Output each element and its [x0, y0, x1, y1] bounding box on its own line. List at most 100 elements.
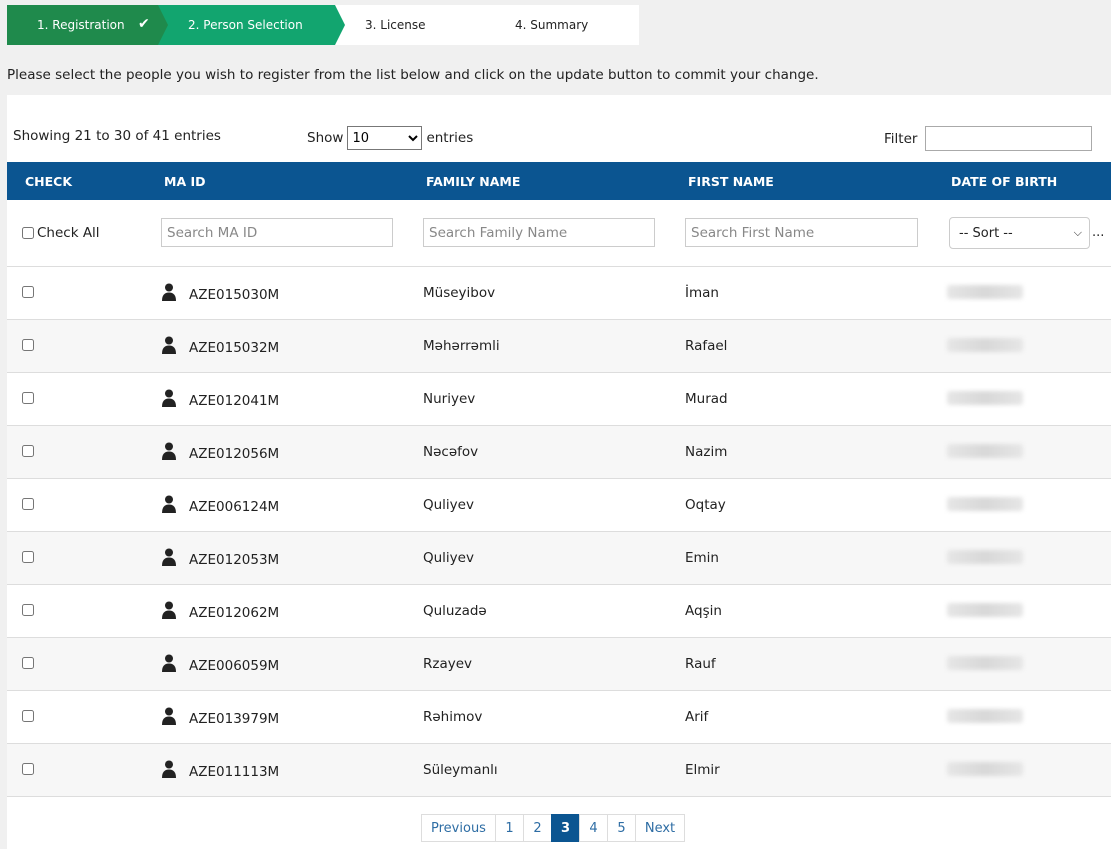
row-checkbox[interactable]: [22, 445, 34, 457]
table-row: AZE011113M Süleymanlı Elmir: [7, 744, 1111, 797]
ma-id-cell: AZE015030M: [189, 287, 280, 303]
family-name-cell: Müseyibov: [423, 285, 496, 301]
chevron-down-icon: ⌵: [1073, 226, 1082, 239]
instructions-text: Please select the people you wish to reg…: [7, 67, 819, 83]
date-of-birth-cell-redacted: [947, 709, 1023, 723]
step-registration[interactable]: 1. Registration ✔: [7, 5, 158, 45]
row-checkbox[interactable]: [22, 286, 34, 298]
family-name-cell: Rəhimov: [423, 709, 483, 725]
first-name-cell: Nazim: [685, 444, 728, 460]
step-summary[interactable]: 4. Summary: [485, 5, 639, 45]
date-of-birth-cell-redacted: [947, 603, 1023, 617]
person-icon: [162, 336, 176, 354]
first-name-cell: Emin: [685, 550, 719, 566]
table-row: AZE015030M Müseyibov İman: [7, 267, 1111, 320]
check-all-checkbox[interactable]: [22, 227, 34, 239]
family-name-cell: Məhərrəmli: [423, 338, 500, 354]
family-name-cell: Quliyev: [423, 550, 474, 566]
family-name-cell: Süleymanlı: [423, 762, 498, 778]
ma-id-cell: AZE012053M: [189, 552, 280, 568]
column-header-first-name[interactable]: FIRST NAME: [688, 174, 774, 189]
person-icon: [162, 707, 176, 725]
date-of-birth-cell-redacted: [947, 550, 1023, 564]
row-checkbox[interactable]: [22, 498, 34, 510]
column-header-check[interactable]: CHECK: [25, 174, 72, 189]
family-name-cell: Quliyev: [423, 497, 474, 513]
column-header-date-of-birth[interactable]: DATE OF BIRTH: [951, 174, 1057, 189]
ma-id-cell: AZE013979M: [189, 711, 280, 727]
table-row: AZE015032M Məhərrəmli Rafael: [7, 320, 1111, 373]
wizard-steps: 1. Registration ✔ 2. Person Selection 3.…: [7, 5, 639, 45]
sort-select-value: -- Sort --: [959, 225, 1013, 241]
entries-label: entries: [426, 130, 474, 146]
family-name-cell: Nuriyev: [423, 391, 476, 407]
family-name-cell: Nəcəfov: [423, 444, 479, 460]
row-checkbox[interactable]: [22, 392, 34, 404]
search-first-name-input[interactable]: Search First Name: [685, 218, 918, 247]
date-of-birth-cell-redacted: [947, 444, 1023, 458]
step-license[interactable]: 3. License: [335, 5, 485, 45]
table-row: AZE012056M Nəcəfov Nazim: [7, 426, 1111, 479]
first-name-cell: Murad: [685, 391, 728, 407]
ma-id-cell: AZE012041M: [189, 393, 280, 409]
previous-page-button[interactable]: Previous: [421, 814, 496, 842]
table-header: CHECK MA ID FAMILY NAME FIRST NAME DATE …: [7, 162, 1111, 200]
ma-id-cell: AZE012062M: [189, 605, 280, 621]
ma-id-cell: AZE011113M: [189, 764, 280, 780]
family-name-cell: Quluzadə: [423, 603, 487, 619]
person-table-panel: Showing 21 to 30 of 41 entries Show 10 e…: [7, 95, 1111, 849]
overflow-indicator: ...: [1092, 225, 1105, 240]
row-checkbox[interactable]: [22, 604, 34, 616]
check-all-control[interactable]: Check All: [22, 225, 100, 241]
person-icon: [162, 760, 176, 778]
page-length-select[interactable]: 10: [347, 126, 423, 150]
search-family-name-input[interactable]: Search Family Name: [423, 218, 655, 247]
row-checkbox[interactable]: [22, 710, 34, 722]
person-icon: [162, 654, 176, 672]
table-row: AZE012053M Quliyev Emin: [7, 532, 1111, 585]
pagination: Previous 1 2 3 4 5 Next: [421, 814, 685, 842]
page-button[interactable]: 5: [607, 814, 636, 842]
dob-sort-select[interactable]: -- Sort -- ⌵: [949, 217, 1090, 249]
first-name-cell: Aqşin: [685, 603, 722, 619]
step-label: 3. License: [365, 18, 426, 32]
first-name-cell: Rauf: [685, 656, 716, 672]
checkmark-icon: ✔: [138, 16, 150, 32]
table-row: AZE012041M Nuriyev Murad: [7, 373, 1111, 426]
first-name-cell: Elmir: [685, 762, 720, 778]
table-row: AZE006124M Quliyev Oqtay: [7, 479, 1111, 532]
family-name-cell: Rzayev: [423, 656, 473, 672]
row-checkbox[interactable]: [22, 763, 34, 775]
table-row: AZE006059M Rzayev Rauf: [7, 638, 1111, 691]
person-icon: [162, 442, 176, 460]
date-of-birth-cell-redacted: [947, 391, 1023, 405]
person-icon: [162, 495, 176, 513]
date-of-birth-cell-redacted: [947, 762, 1023, 776]
page-length-control: Show 10 entries: [307, 126, 473, 150]
row-checkbox[interactable]: [22, 551, 34, 563]
next-page-button[interactable]: Next: [635, 814, 685, 842]
person-icon: [162, 601, 176, 619]
ma-id-cell: AZE012056M: [189, 446, 280, 462]
page-button[interactable]: 1: [495, 814, 524, 842]
person-icon: [162, 548, 176, 566]
date-of-birth-cell-redacted: [947, 285, 1023, 299]
step-label: 2. Person Selection: [188, 18, 303, 32]
column-filters-row: Check All Search MA ID Search Family Nam…: [7, 200, 1111, 267]
column-header-ma-id[interactable]: MA ID: [164, 174, 206, 189]
page-button[interactable]: 2: [523, 814, 552, 842]
page-button-active[interactable]: 3: [551, 814, 580, 842]
row-checkbox[interactable]: [22, 339, 34, 351]
date-of-birth-cell-redacted: [947, 497, 1023, 511]
date-of-birth-cell-redacted: [947, 656, 1023, 670]
date-of-birth-cell-redacted: [947, 338, 1023, 352]
column-header-family-name[interactable]: FAMILY NAME: [426, 174, 520, 189]
filter-input[interactable]: [925, 126, 1093, 151]
step-person-selection[interactable]: 2. Person Selection: [158, 5, 345, 45]
first-name-cell: Oqtay: [685, 497, 726, 513]
page-button[interactable]: 4: [579, 814, 608, 842]
ma-id-cell: AZE006124M: [189, 499, 280, 515]
first-name-cell: Arif: [685, 709, 709, 725]
search-ma-id-input[interactable]: Search MA ID: [161, 218, 393, 247]
row-checkbox[interactable]: [22, 657, 34, 669]
